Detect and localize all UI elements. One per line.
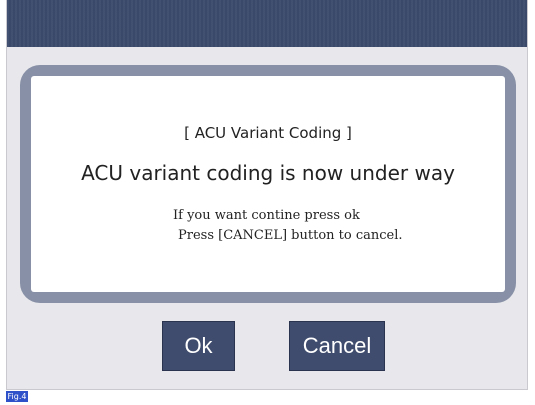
info-line-continue: If you want contine press ok <box>173 208 360 223</box>
dialog-info: If you want contine press ok Press [CANC… <box>173 206 403 246</box>
title-bar <box>7 0 527 47</box>
dialog-frame: [ ACU Variant Coding ] ACU variant codin… <box>20 65 516 303</box>
info-line-cancel: Press [CANCEL] button to cancel. <box>178 228 403 243</box>
app-window: [ ACU Variant Coding ] ACU variant codin… <box>6 0 528 390</box>
cancel-button[interactable]: Cancel <box>289 321 385 371</box>
figure-label: Fig.4 <box>6 391 28 402</box>
dialog-message: ACU variant coding is now under way <box>81 161 455 185</box>
dialog-title: [ ACU Variant Coding ] <box>184 124 352 142</box>
ok-button[interactable]: Ok <box>162 321 235 371</box>
dialog-panel: [ ACU Variant Coding ] ACU variant codin… <box>31 76 505 292</box>
